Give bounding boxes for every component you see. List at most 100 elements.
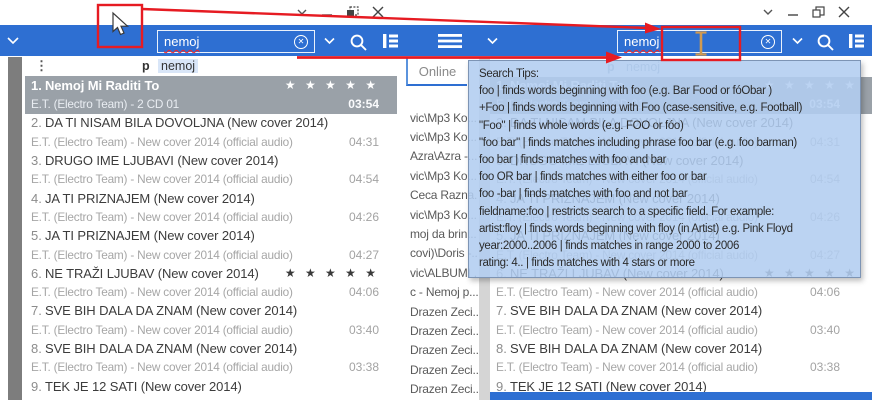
track-title: NE TRAŽI LJUBAV (New cover 2014) (45, 266, 259, 281)
search-input-left[interactable]: nemoj ✕ (157, 30, 315, 53)
track-row[interactable]: 1. Nemoj Mi Raditi To ★ ★ ★ ★ ★ E.T. (El… (25, 76, 397, 114)
tab-online[interactable]: Online (406, 57, 467, 86)
file-path[interactable]: Drazen Zeci... (402, 379, 478, 398)
track-artist: E.T. (Electro Team) - 2 CD 01 (25, 97, 179, 111)
file-path[interactable]: c - Nemoj p... (402, 283, 478, 302)
track-row[interactable]: 3. DRUGO IME LJUBAVI (New cover 2014) E.… (25, 151, 397, 189)
track-title: SVE BIH DALA DA ZNAM (New cover 2014) (45, 341, 297, 356)
kebab-menu-icon[interactable]: ⋮ (35, 58, 48, 74)
track-row[interactable]: 9. TEK JE 12 SATI (New cover 2014) (490, 377, 872, 392)
track-title: TEK JE 12 SATI (New cover 2014) (45, 379, 242, 394)
track-title: JA TI PRIZNAJEM (New cover 2014) (45, 228, 255, 243)
track-number: 8. (490, 341, 510, 356)
tooltip-line: rating: 4.. | finds matches with 4 stars… (479, 255, 860, 272)
track-title: Nemoj Mi Raditi To (45, 78, 159, 93)
chevron-down-icon[interactable] (762, 6, 774, 18)
track-artist: E.T. (Electro Team) - New cover 2014 (of… (25, 360, 293, 374)
track-time: 04:54 (349, 172, 397, 186)
clear-search-icon[interactable]: ✕ (761, 35, 775, 49)
file-path[interactable]: Drazen Zeci... (402, 360, 478, 379)
file-path[interactable]: Ceca Razna... (402, 186, 478, 205)
tracklist-left: 1. Nemoj Mi Raditi To ★ ★ ★ ★ ★ E.T. (El… (25, 76, 397, 400)
track-time: 03:40 (349, 323, 397, 337)
search-input-right[interactable]: nemoj ✕ (617, 30, 782, 53)
file-path[interactable]: covi)\Doris -... (402, 244, 478, 263)
close-icon[interactable] (838, 6, 850, 18)
tooltip-line: foo -bar | finds matches with foo and no… (479, 186, 860, 203)
search-icon[interactable] (349, 33, 368, 52)
tooltip-line: "foo bar" | finds matches including phra… (479, 135, 860, 152)
track-artist: E.T. (Electro Team) - New cover 2014 (of… (25, 210, 293, 224)
track-number: 8. (25, 341, 45, 356)
track-number: 7. (490, 303, 510, 318)
track-number: 2. (25, 115, 45, 130)
file-path[interactable]: vic\Mp3 Ko... (402, 205, 478, 224)
main-toolbar: nemoj ✕ nemoj ✕ (0, 25, 872, 56)
track-row[interactable]: 7. SVE BIH DALA DA ZNAM (New cover 2014)… (25, 302, 397, 340)
track-row[interactable]: 5. JA TI PRIZNAJEM (New cover 2014) E.T.… (25, 226, 397, 264)
rating-stars[interactable]: ★ ★ ★ ★ ★ (285, 78, 397, 92)
track-number: 6. (25, 266, 45, 281)
restore-icon[interactable] (346, 6, 359, 18)
search-suggestion-row[interactable]: ⋮ p nemoj (25, 57, 397, 77)
file-path[interactable]: vic\ALBUMI ... (402, 263, 478, 282)
track-row[interactable]: 2. DA TI NISAM BILA DOVOLJNA (New cover … (25, 114, 397, 152)
track-title: JA TI PRIZNAJEM (New cover 2014) (45, 191, 255, 206)
minimize-icon[interactable] (787, 6, 799, 18)
view-list-icon[interactable] (382, 33, 399, 49)
file-path[interactable]: Drazen Zeci... (402, 321, 478, 340)
file-path[interactable]: vic\Mp3 Ko... (402, 127, 478, 146)
tooltip-line: "Foo" | finds whole words (e.g. FOO or f… (479, 118, 860, 135)
tooltip-line: +Foo | finds words beginning with Foo (c… (479, 100, 860, 117)
track-title: DA TI NISAM BILA DOVOLJNA (New cover 201… (45, 115, 328, 130)
close-icon[interactable] (372, 6, 384, 18)
clear-search-icon[interactable]: ✕ (294, 35, 308, 49)
suggestion-prefix-icon: p (142, 59, 150, 73)
file-path[interactable]: vic\Mp3 Ko... (402, 108, 478, 127)
titlebar (0, 0, 872, 25)
track-row[interactable]: 8. SVE BIH DALA DA ZNAM (New cover 2014)… (25, 339, 397, 377)
track-time: 03:38 (349, 360, 397, 374)
file-path[interactable]: vic\Mp3 Ko... (402, 166, 478, 185)
track-number: 3. (25, 153, 45, 168)
view-list-icon[interactable] (848, 33, 865, 49)
app-composite: nemoj ✕ nemoj ✕ (0, 0, 872, 400)
restore-icon[interactable] (812, 6, 825, 18)
track-row[interactable]: 7. SVE BIH DALA DA ZNAM (New cover 2014)… (490, 302, 872, 340)
search-icon[interactable] (816, 33, 835, 52)
track-time: 03:40 (810, 323, 872, 337)
track-time: 04:06 (810, 285, 872, 299)
minimize-icon[interactable] (321, 6, 333, 18)
track-artist: E.T. (Electro Team) - New cover 2014 (of… (490, 285, 758, 299)
file-path[interactable]: moj da brin... (402, 224, 478, 243)
tooltip-line: artist:floy | finds words beginning with… (479, 221, 860, 238)
track-time: 03:38 (810, 360, 872, 374)
file-path[interactable]: Drazen Zeci... (402, 302, 478, 321)
track-row[interactable]: 8. SVE BIH DALA DA ZNAM (New cover 2014)… (490, 339, 872, 377)
hamburger-menu-icon[interactable] (438, 33, 462, 49)
track-artist: E.T. (Electro Team) - New cover 2014 (of… (25, 323, 293, 337)
search-query-text: nemoj (164, 34, 199, 49)
track-number: 5. (25, 228, 45, 243)
track-time: 04:06 (349, 285, 397, 299)
track-title: SVE BIH DALA DA ZNAM (New cover 2014) (510, 341, 762, 356)
file-path[interactable]: Drazen Zeci... (402, 341, 478, 360)
chevron-down-icon[interactable] (296, 6, 308, 18)
track-artist: E.T. (Electro Team) - New cover 2014 (of… (490, 323, 758, 337)
tooltip-title: Search Tips: (479, 66, 860, 83)
suggestion-text: nemoj (158, 59, 198, 73)
tooltip-line: foo OR bar | finds matches with either f… (479, 169, 860, 186)
track-title: TEK JE 12 SATI (New cover 2014) (510, 379, 707, 392)
chevron-down-icon[interactable] (6, 36, 20, 45)
track-row[interactable]: 9. TEK JE 12 SATI (New cover 2014) (25, 377, 397, 400)
track-artist: E.T. (Electro Team) - New cover 2014 (of… (25, 285, 293, 299)
search-options-chevron-icon[interactable] (323, 37, 336, 45)
file-path-column: vic\Mp3 Ko...vic\Mp3 Ko...Azra\Azra -...… (402, 108, 478, 400)
track-row[interactable]: 4. JA TI PRIZNAJEM (New cover 2014) E.T.… (25, 189, 397, 227)
search-options-chevron-icon[interactable] (791, 37, 804, 45)
scrollbar-left-panel[interactable] (8, 57, 22, 400)
chevron-down-icon[interactable] (486, 37, 499, 45)
track-row[interactable]: 6. NE TRAŽI LJUBAV (New cover 2014) ★ ★ … (25, 264, 397, 302)
rating-stars[interactable]: ★ ★ ★ ★ ★ (285, 266, 397, 280)
file-path[interactable]: Azra\Azra -... (402, 147, 478, 166)
